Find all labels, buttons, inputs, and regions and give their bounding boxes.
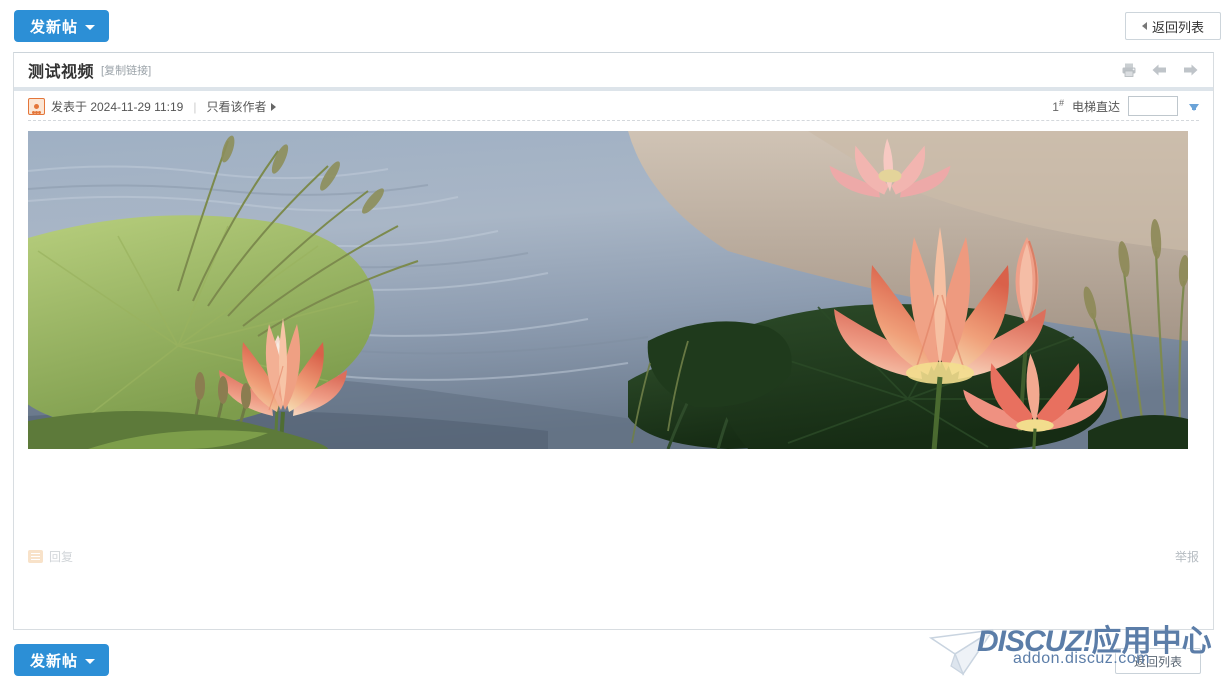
post-content [28,121,1199,576]
report-button[interactable]: 举报 [1175,548,1199,565]
return-to-list-label-bottom: 返回列表 [1133,654,1182,669]
user-avatar-icon [28,98,45,115]
thread-container: 测试视频 [复制链接] 发表于 2024-11-29 11:19 | 只看该作者… [13,52,1214,630]
bottom-action-bar: 发新帖 返回列表 [0,630,1227,686]
return-to-list-label-top: 返回列表 [1151,19,1204,35]
chevron-down-icon [85,24,96,30]
thread-header-icons [1121,62,1199,78]
elevator-input[interactable] [1128,96,1178,116]
copy-link-button[interactable]: [复制链接] [101,62,151,78]
new-thread-label-bottom: 发新帖 [30,652,79,670]
elevator-label: 电梯直达 [1071,99,1120,114]
new-thread-label-top: 发新帖 [30,18,79,36]
meta-divider: | [193,99,197,114]
post-meta-right: 1# 电梯直达 [1052,91,1199,121]
thread-header: 测试视频 [复制链接] [14,53,1213,91]
comment-icon [28,549,43,563]
post-footer: 回复 举报 [28,544,1199,568]
new-thread-button-top[interactable]: 发新帖 [14,10,110,42]
page-title: 测试视频 [28,64,95,81]
triangle-left-icon [1141,22,1147,30]
post-block: 发表于 2024-11-29 11:19 | 只看该作者 1# 电梯直达 回复 … [14,91,1213,576]
post-meta-row: 发表于 2024-11-29 11:19 | 只看该作者 1# 电梯直达 [28,91,1199,121]
printer-icon[interactable] [1121,62,1137,78]
only-author-link[interactable]: 只看该作者 [206,98,266,115]
triangle-right-icon [271,102,277,111]
reply-button[interactable]: 回复 [28,548,73,565]
floor-number: 1# [1052,98,1064,114]
arrow-down-icon[interactable] [1189,104,1199,111]
arrow-left-icon[interactable] [1151,63,1168,77]
arrow-right-icon[interactable] [1182,63,1199,77]
media-artwork [28,131,1188,449]
return-to-list-button-top[interactable]: 返回列表 [1125,12,1221,40]
top-action-bar: 发新帖 返回列表 [0,0,1227,52]
lotus-pond-video-frame[interactable] [28,131,1188,449]
chevron-down-icon [85,658,96,664]
return-to-list-button-bottom[interactable]: 返回列表 [1115,648,1201,674]
new-thread-button-bottom[interactable]: 发新帖 [14,644,110,676]
forum-thread-page: 发新帖 返回列表 测试视频 [复制链接] 发表于 2024-11-29 11:1… [0,0,1227,686]
reply-label: 回复 [49,549,74,564]
post-time: 发表于 2024-11-29 11:19 [51,100,184,114]
